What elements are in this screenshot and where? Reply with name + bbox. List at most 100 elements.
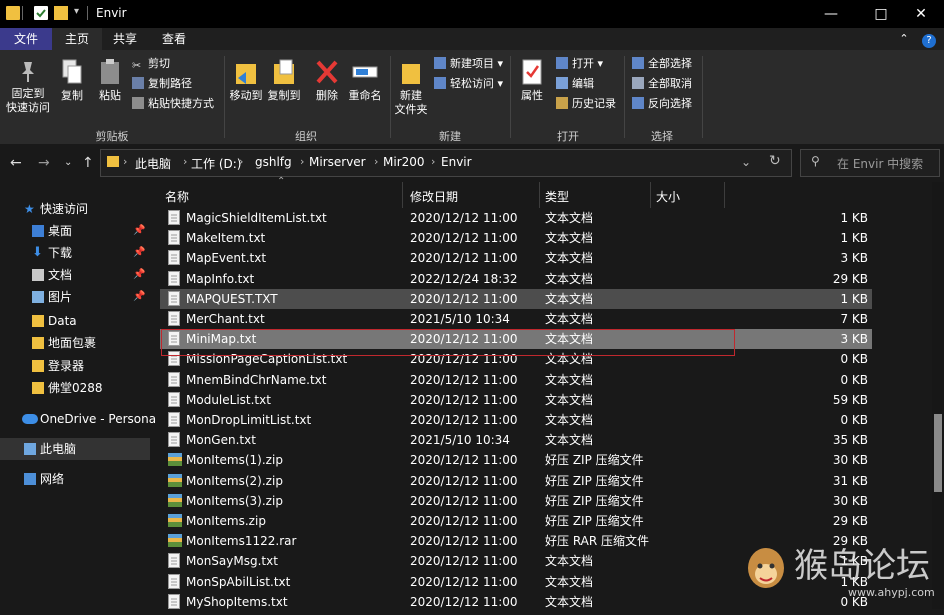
breadcrumb-drive-d[interactable]: 工作 (D:): [191, 155, 241, 172]
select-none-button[interactable]: 全部取消: [632, 75, 692, 93]
refresh-icon[interactable]: ↻: [769, 153, 781, 169]
help-button[interactable]: ?: [918, 28, 940, 50]
sidebar-item-futang[interactable]: 佛堂0288: [0, 377, 150, 399]
pin-quick-access-button[interactable]: 固定到 快速访问: [4, 58, 52, 115]
rename-button[interactable]: 重命名: [346, 58, 384, 103]
breadcrumb-envir[interactable]: Envir: [441, 155, 472, 169]
file-name: MnemBindChrName.txt: [186, 372, 327, 387]
column-header-modified[interactable]: 修改日期: [410, 186, 458, 208]
select-none-icon: [632, 77, 644, 89]
tab-share[interactable]: 共享: [104, 28, 146, 50]
file-row[interactable]: MAPQUEST.TXT 2020/12/12 11:00 文本文档 1 KB: [160, 288, 872, 309]
file-modified-date: 2020/12/12 11:00: [410, 554, 518, 569]
easy-access-button[interactable]: 轻松访问 ▾: [434, 75, 503, 93]
tab-home[interactable]: 主页: [52, 28, 102, 50]
edit-label: 编辑: [572, 77, 594, 90]
navigation-pane: ★ 快速访问 桌面 📌 ⬇ 下载 📌 文档 📌 图片 📌 Data 地面包裹 登…: [0, 182, 156, 609]
new-folder-quick-icon[interactable]: [54, 6, 68, 20]
file-row[interactable]: MnemBindChrName.txt 2020/12/12 11:00 文本文档 0…: [160, 370, 872, 390]
column-divider[interactable]: [650, 182, 651, 208]
file-type: 文本文档: [545, 251, 594, 266]
breadcrumb-mir200[interactable]: Mir200: [383, 155, 425, 169]
select-all-button[interactable]: 全部选择: [632, 55, 692, 73]
sidebar-item-launcher[interactable]: 登录器: [0, 355, 150, 377]
sidebar-item-documents[interactable]: 文档 📌: [0, 264, 150, 286]
file-name: MerChant.txt: [186, 312, 265, 326]
file-row[interactable]: MonDropLimitList.txt 2020/12/12 11:00 文本文档…: [160, 410, 872, 430]
new-item-button[interactable]: 新建项目 ▾: [434, 55, 503, 73]
file-row[interactable]: MakeItem.txt 2020/12/12 11:00 文本文档 1 KB: [160, 228, 872, 248]
address-history-chevron-icon[interactable]: ⌄: [741, 155, 751, 169]
copy-path-icon: [132, 77, 144, 89]
open-button[interactable]: 打开 ▾: [556, 55, 603, 73]
address-bar[interactable]: › 此电脑 › 工作 (D:) › gshlfg › Mirserver › M…: [100, 149, 792, 177]
file-row[interactable]: ModuleList.txt 2020/12/12 11:00 文本文档 59 KB: [160, 390, 872, 410]
copy-to-button[interactable]: 复制到: [266, 58, 302, 103]
history-button[interactable]: 历史记录: [556, 95, 616, 113]
text-file-icon: [168, 432, 180, 448]
forward-arrow-icon[interactable]: →: [38, 155, 50, 171]
tab-file[interactable]: 文件: [0, 28, 52, 50]
new-folder-button[interactable]: 新建 文件夹: [392, 58, 430, 117]
file-name: MonSayMsg.txt: [186, 554, 278, 569]
paste-button[interactable]: 粘贴: [94, 58, 126, 103]
file-row[interactable]: MapInfo.txt 2022/12/24 18:32 文本文档 29 KB: [160, 269, 872, 289]
up-arrow-icon[interactable]: ↑: [82, 155, 94, 171]
file-type: 文本文档: [545, 554, 594, 569]
back-arrow-icon[interactable]: ←: [10, 155, 22, 171]
search-box[interactable]: ⚲ 在 Envir 中搜索: [800, 149, 940, 177]
column-divider[interactable]: [539, 182, 540, 208]
sidebar-item-desktop[interactable]: 桌面 📌: [0, 220, 150, 242]
file-row[interactable]: MapEvent.txt 2020/12/12 11:00 文本文档 3 KB: [160, 248, 872, 268]
edit-button[interactable]: 编辑: [556, 75, 594, 93]
file-row[interactable]: MerChant.txt 2021/5/10 10:34 文本文档 7 KB: [160, 309, 872, 329]
copy-button[interactable]: 复制: [56, 58, 88, 103]
scrollbar-thumb[interactable]: [934, 414, 942, 492]
file-modified-date: 2020/12/12 11:00: [410, 291, 518, 306]
sidebar-item-this-pc[interactable]: 此电脑: [0, 438, 150, 460]
file-modified-date: 2020/12/12 11:00: [410, 534, 518, 549]
file-row[interactable]: MonItems(3).zip 2020/12/12 11:00 好压 ZIP 压缩…: [160, 491, 872, 511]
tab-view[interactable]: 查看: [152, 28, 196, 50]
file-row[interactable]: MagicShieldItemList.txt 2020/12/12 11:00 文…: [160, 208, 872, 228]
sidebar-item-data[interactable]: Data: [0, 310, 150, 332]
file-row[interactable]: MonItems.zip 2020/12/12 11:00 好压 ZIP 压缩文件 2…: [160, 511, 872, 531]
invert-selection-button[interactable]: 反向选择: [632, 95, 692, 113]
close-button[interactable]: ✕: [898, 0, 944, 28]
file-type: 文本文档: [545, 392, 594, 407]
minimize-button[interactable]: —: [808, 0, 854, 28]
column-header-name[interactable]: 名称: [165, 186, 189, 208]
breadcrumb-gshlfg[interactable]: gshlfg: [255, 155, 292, 169]
breadcrumb-mirserver[interactable]: Mirserver: [309, 155, 366, 169]
properties-quick-icon[interactable]: [34, 6, 48, 20]
move-to-button[interactable]: 移动到: [228, 58, 264, 103]
column-header-type[interactable]: 类型: [545, 186, 569, 208]
sidebar-item-downloads[interactable]: ⬇ 下载 📌: [0, 242, 150, 264]
desktop-icon: [32, 225, 44, 237]
breadcrumb-this-pc[interactable]: 此电脑: [135, 155, 171, 172]
file-row[interactable]: MonItems(1).zip 2020/12/12 11:00 好压 ZIP 压缩…: [160, 450, 872, 470]
column-divider[interactable]: [402, 182, 403, 208]
customize-quick-access-icon[interactable]: ▾: [74, 6, 88, 20]
paste-shortcut-button[interactable]: 粘贴快捷方式: [132, 95, 214, 113]
file-size: 7 KB: [840, 312, 868, 326]
file-row[interactable]: MonGen.txt 2021/5/10 10:34 文本文档 35 KB: [160, 430, 872, 450]
picture-icon: [32, 291, 44, 303]
recent-locations-chevron-icon[interactable]: ⌄: [64, 157, 72, 168]
sidebar-item-onedrive[interactable]: OneDrive - Persona: [0, 408, 156, 430]
copy-path-button[interactable]: 复制路径: [132, 75, 192, 93]
file-row[interactable]: MonItems(2).zip 2020/12/12 11:00 好压 ZIP 压缩…: [160, 471, 872, 491]
sidebar-item-ground-package[interactable]: 地面包裹: [0, 332, 150, 354]
column-header-size[interactable]: 大小: [656, 186, 680, 208]
properties-button[interactable]: 属性: [516, 58, 548, 103]
cut-button[interactable]: ✂ 剪切: [132, 55, 170, 73]
select-all-icon: [632, 57, 644, 69]
collapse-ribbon-icon[interactable]: ⌃: [892, 28, 916, 50]
sidebar-item-network[interactable]: 网络: [0, 468, 150, 490]
sidebar-item-quick-access[interactable]: ★ 快速访问: [0, 198, 150, 220]
sidebar-item-pictures[interactable]: 图片 📌: [0, 286, 150, 308]
column-divider[interactable]: [724, 182, 725, 208]
delete-button[interactable]: 删除: [312, 58, 342, 103]
text-file-icon: [168, 371, 180, 387]
paste-shortcut-label: 粘贴快捷方式: [148, 97, 214, 110]
